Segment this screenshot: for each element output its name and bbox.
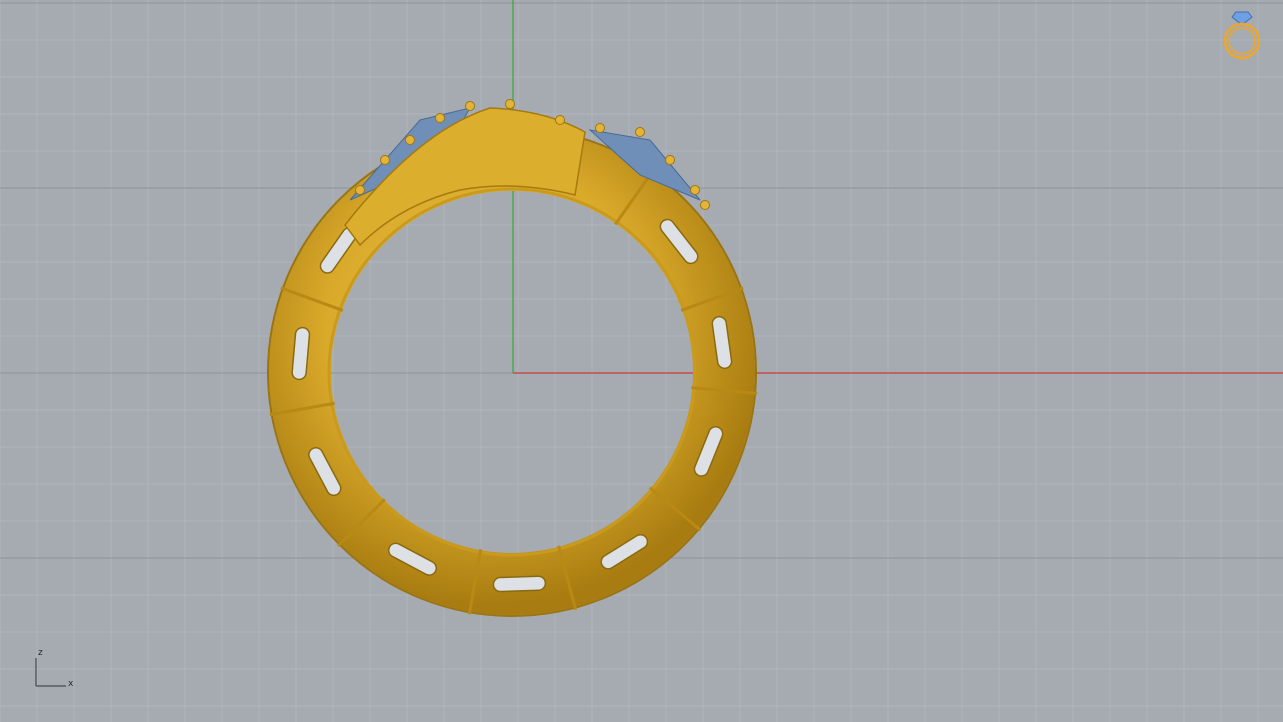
construction-grid: [0, 0, 1283, 722]
bead: [690, 185, 700, 195]
bead: [555, 115, 565, 125]
nav-ring-inner: [1228, 27, 1256, 55]
bead: [435, 113, 445, 123]
axis-gizmo: z x: [30, 648, 80, 696]
bead: [505, 99, 515, 109]
bead: [380, 155, 390, 165]
viewport-canvas[interactable]: [0, 0, 1283, 722]
bead: [700, 200, 710, 210]
bead: [595, 123, 605, 133]
gizmo-x-label: x: [68, 679, 74, 689]
bead: [465, 101, 475, 111]
bead: [665, 155, 675, 165]
gizmo-z-label: z: [38, 648, 43, 658]
nav-ring-outer: [1223, 22, 1261, 60]
ring-gem-icon[interactable]: [1220, 8, 1264, 62]
bead: [635, 127, 645, 137]
bead: [355, 185, 365, 195]
bead: [405, 135, 415, 145]
front-viewport[interactable]: z x: [0, 0, 1283, 722]
band-slot: [492, 575, 547, 593]
